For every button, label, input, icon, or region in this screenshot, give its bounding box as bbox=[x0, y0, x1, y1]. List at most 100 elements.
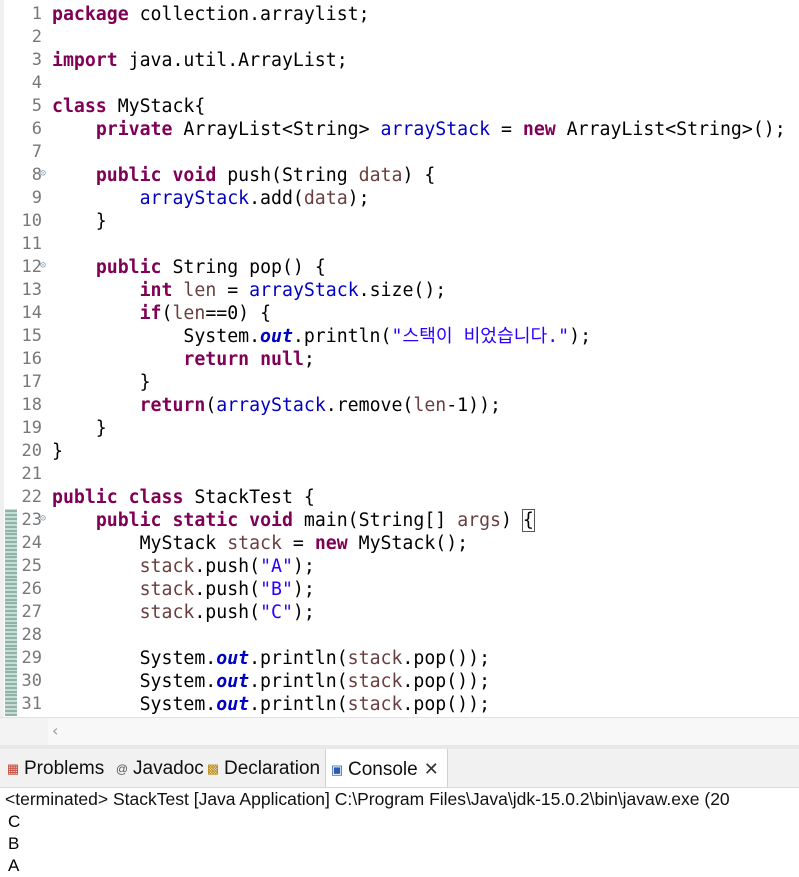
code-text: public String pop() { bbox=[52, 256, 326, 279]
code-token: } bbox=[52, 441, 63, 462]
code-token: stack bbox=[139, 579, 195, 600]
code-token: arrayStack bbox=[249, 280, 359, 301]
code-line[interactable]: 8 ⊝ public void push(String data) { bbox=[0, 164, 799, 187]
code-line[interactable]: 26 stack.push("B"); bbox=[0, 578, 799, 601]
line-number: 18 bbox=[21, 395, 42, 415]
code-text: } bbox=[52, 417, 107, 440]
code-token: System. bbox=[52, 671, 217, 692]
code-line[interactable]: 3 import java.util.ArrayList; bbox=[0, 49, 799, 72]
change-marker bbox=[5, 693, 17, 716]
horizontal-scrollbar[interactable]: ‹ bbox=[0, 717, 799, 746]
code-line[interactable]: 18 return(arrayStack.remove(len-1)); bbox=[0, 394, 799, 417]
code-token: ArrayList<String> bbox=[172, 119, 381, 140]
code-token: void bbox=[249, 510, 293, 531]
code-editor[interactable]: 1 package collection.arraylist; 2 3 import j… bbox=[0, 0, 799, 717]
code-token: -1)); bbox=[446, 395, 501, 416]
code-token: ; bbox=[303, 349, 315, 370]
line-number: 12 bbox=[21, 257, 42, 277]
code-line[interactable]: 17 } bbox=[0, 371, 799, 394]
code-token: .push( bbox=[194, 602, 261, 623]
code-token: ==0) { bbox=[205, 303, 272, 324]
code-token: stack bbox=[139, 556, 195, 577]
line-number: 27 bbox=[21, 602, 42, 622]
code-line[interactable]: 28 bbox=[0, 624, 799, 647]
tab-declaration[interactable]: ▩ Declaration bbox=[206, 749, 320, 787]
code-text: stack.push("A"); bbox=[52, 555, 315, 578]
console-view[interactable]: <terminated> StackTest [Java Application… bbox=[0, 788, 799, 877]
code-line[interactable]: 31 System.out.println(stack.pop()); bbox=[0, 693, 799, 716]
code-line[interactable]: 6 private ArrayList<String> arrayStack =… bbox=[0, 118, 799, 141]
code-token: arrayStack bbox=[380, 119, 491, 140]
code-text: stack.push("C"); bbox=[52, 601, 315, 624]
line-number: 21 bbox=[21, 464, 42, 484]
line-number: 28 bbox=[21, 625, 42, 645]
code-line[interactable]: 29 System.out.println(stack.pop()); bbox=[0, 647, 799, 670]
code-text: System.out.println(stack.pop()); bbox=[52, 693, 490, 716]
code-text: package collection.arraylist; bbox=[52, 3, 370, 26]
code-line[interactable]: 11 bbox=[0, 233, 799, 256]
code-line[interactable]: 4 bbox=[0, 72, 799, 95]
code-line[interactable]: 25 stack.push("A"); bbox=[0, 555, 799, 578]
code-token: if bbox=[139, 303, 162, 324]
code-token: private bbox=[95, 119, 173, 140]
code-line[interactable]: 22 public class StackTest { bbox=[0, 486, 799, 509]
code-line[interactable]: 7 bbox=[0, 141, 799, 164]
code-line[interactable]: 5 class MyStack{ bbox=[0, 95, 799, 118]
code-token: "A" bbox=[260, 556, 293, 577]
code-line[interactable]: 9 arrayStack.add(data); bbox=[0, 187, 799, 210]
code-token: String pop() { bbox=[161, 257, 326, 278]
declaration-icon: ▩ bbox=[206, 761, 220, 776]
code-token: stack bbox=[347, 671, 403, 692]
code-token: "C" bbox=[260, 602, 293, 623]
code-line[interactable]: 23 ⊝ public static void main(String[] arg… bbox=[0, 509, 799, 532]
code-text: System.out.println(stack.pop()); bbox=[52, 670, 490, 693]
code-line[interactable]: 1 package collection.arraylist; bbox=[0, 3, 799, 26]
line-number: 31 bbox=[21, 694, 42, 714]
code-line[interactable]: 27 stack.push("C"); bbox=[0, 601, 799, 624]
code-line[interactable]: 20} bbox=[0, 440, 799, 463]
collapse-icon[interactable]: ⊝ bbox=[40, 169, 46, 179]
code-token: public bbox=[95, 257, 162, 278]
code-token: { bbox=[521, 509, 535, 532]
code-token: collection.arraylist; bbox=[128, 4, 370, 25]
code-token: int bbox=[139, 280, 173, 301]
code-line[interactable]: 16 return null; bbox=[0, 348, 799, 371]
code-text: MyStack stack = new MyStack(); bbox=[52, 532, 469, 555]
line-number: 25 bbox=[21, 556, 42, 576]
tab-problems[interactable]: ▦ Problems bbox=[6, 749, 104, 787]
code-line[interactable]: 19 } bbox=[0, 417, 799, 440]
code-line[interactable]: 30 System.out.println(stack.pop()); bbox=[0, 670, 799, 693]
tab-console[interactable]: ▣ Console ✕ bbox=[325, 749, 448, 787]
code-line[interactable]: 14 if(len==0) { bbox=[0, 302, 799, 325]
code-line[interactable]: 24 MyStack stack = new MyStack(); bbox=[0, 532, 799, 555]
code-line[interactable]: 21 bbox=[0, 463, 799, 486]
tab-javadoc[interactable]: @ Javadoc bbox=[115, 749, 204, 787]
code-token: data bbox=[358, 165, 403, 186]
line-number: 3 bbox=[31, 50, 42, 70]
code-token: = bbox=[490, 119, 523, 140]
code-text: arrayStack.add(data); bbox=[52, 187, 370, 210]
code-line[interactable]: 13 int len = arrayStack.size(); bbox=[0, 279, 799, 302]
collapse-icon[interactable]: ⊝ bbox=[40, 514, 46, 524]
code-text: } bbox=[52, 210, 107, 233]
code-token: .remove( bbox=[325, 395, 414, 416]
code-token: arrayStack bbox=[216, 395, 326, 416]
scrollbar-track[interactable] bbox=[48, 718, 799, 746]
code-line[interactable]: 2 bbox=[0, 26, 799, 49]
code-token: class bbox=[52, 96, 107, 117]
code-line[interactable]: 10 } bbox=[0, 210, 799, 233]
code-token: package bbox=[52, 4, 129, 25]
code-line[interactable]: 15 System.out.println("스택이 비었습니다."); bbox=[0, 325, 799, 348]
code-token: stack bbox=[347, 694, 403, 715]
code-token: stack bbox=[347, 648, 403, 669]
code-token: static bbox=[172, 510, 239, 531]
chevron-left-icon[interactable]: ‹ bbox=[52, 721, 58, 740]
close-icon[interactable]: ✕ bbox=[424, 759, 439, 779]
collapse-icon[interactable]: ⊝ bbox=[40, 261, 46, 271]
code-line[interactable]: 12 ⊝ public String pop() { bbox=[0, 256, 799, 279]
